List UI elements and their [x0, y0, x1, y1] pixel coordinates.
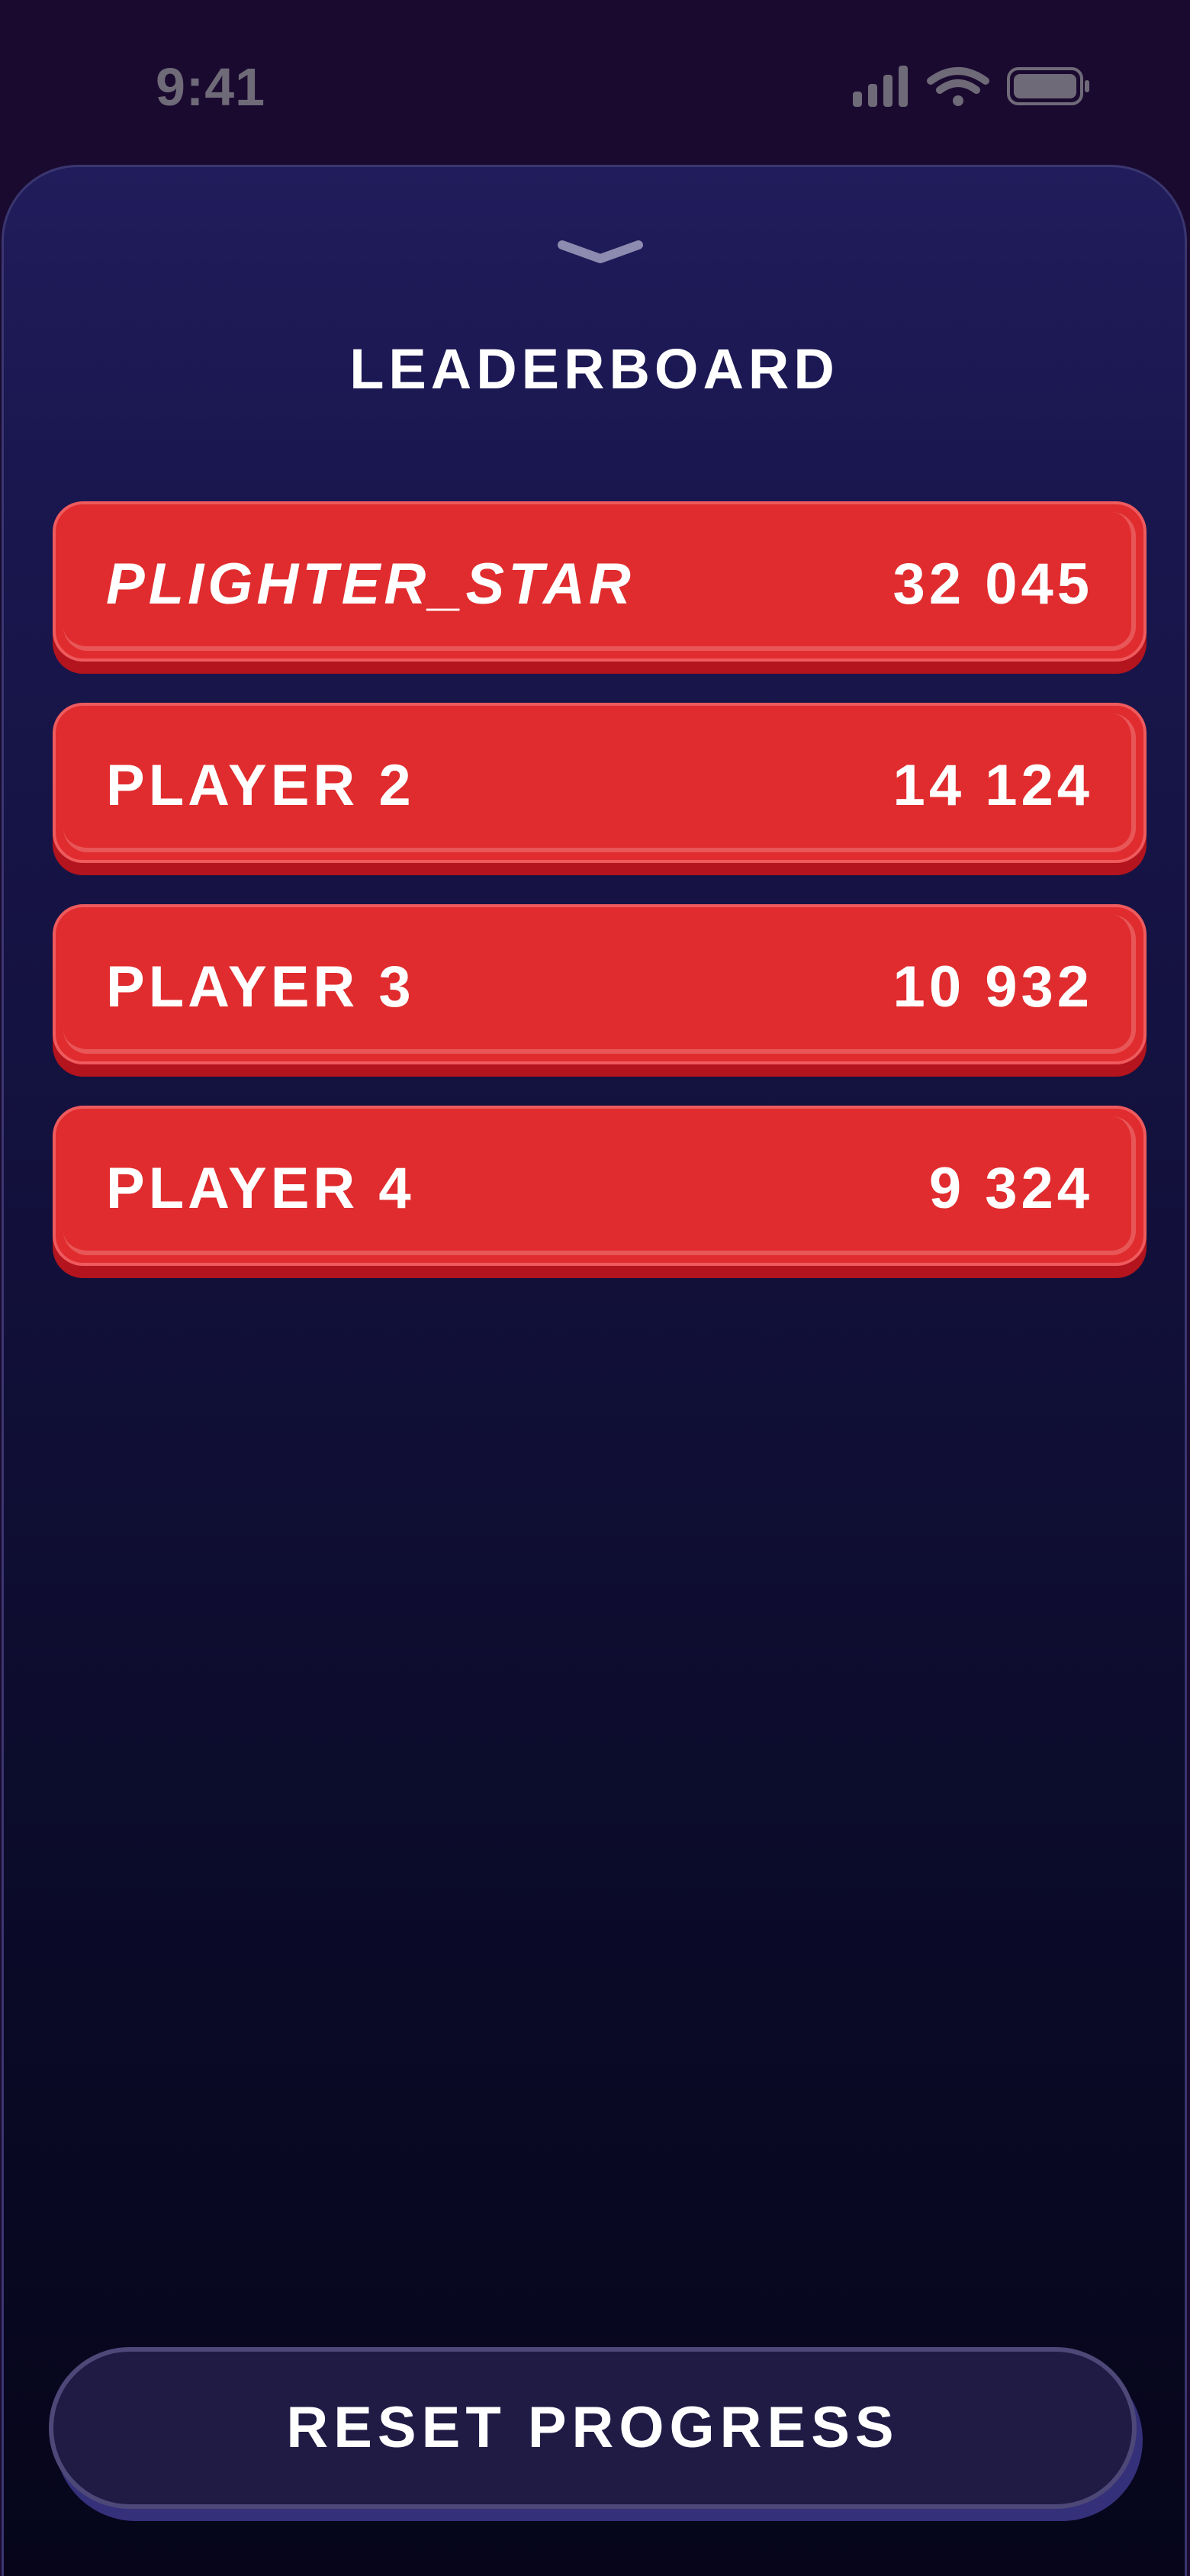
player-score: 32 045	[892, 552, 1093, 617]
player-score: 14 124	[892, 753, 1093, 818]
battery-icon	[1007, 67, 1089, 105]
row-card: PLAYER 3 10 932	[53, 904, 1147, 1064]
page-title: LEADERBOARD	[349, 337, 839, 401]
chevron-down-icon[interactable]	[555, 237, 646, 268]
status-icons	[847, 64, 1098, 110]
player-score: 10 932	[892, 955, 1093, 1019]
leaderboard-sheet: LEADERBOARD PLIGHTER_STAR 32 045 PLAYER …	[2, 165, 1187, 2576]
reset-button-face[interactable]: RESET PROGRESS	[49, 2347, 1137, 2509]
player-name: PLAYER 2	[106, 753, 415, 818]
cellular-signal-icon	[853, 66, 908, 107]
row-card: PLAYER 4 9 324	[53, 1106, 1147, 1266]
wifi-icon	[927, 67, 989, 106]
leaderboard-row: PLAYER 4 9 324	[53, 1106, 1147, 1278]
reset-progress-button[interactable]: RESET PROGRESS	[49, 2347, 1143, 2521]
leaderboard-row: PLAYER 3 10 932	[53, 904, 1147, 1077]
status-icons-svg	[853, 66, 1089, 107]
status-time: 9:41	[156, 57, 266, 117]
reset-button-label: RESET PROGRESS	[286, 2395, 899, 2460]
leaderboard-row: PLIGHTER_STAR 32 045	[53, 501, 1147, 674]
player-name: PLAYER 4	[106, 1156, 415, 1221]
player-name: PLAYER 3	[106, 955, 415, 1019]
status-bar: 9:41	[0, 0, 1190, 168]
player-score: 9 324	[928, 1156, 1093, 1221]
row-card: PLAYER 2 14 124	[53, 703, 1147, 863]
leaderboard-row: PLAYER 2 14 124	[53, 703, 1147, 875]
row-card: PLIGHTER_STAR 32 045	[53, 501, 1147, 662]
player-name: PLIGHTER_STAR	[106, 552, 635, 617]
leaderboard-screen: 9:41 LEADERBOARD PLIGHTER_STAR 32 045 PL…	[0, 0, 1190, 2576]
